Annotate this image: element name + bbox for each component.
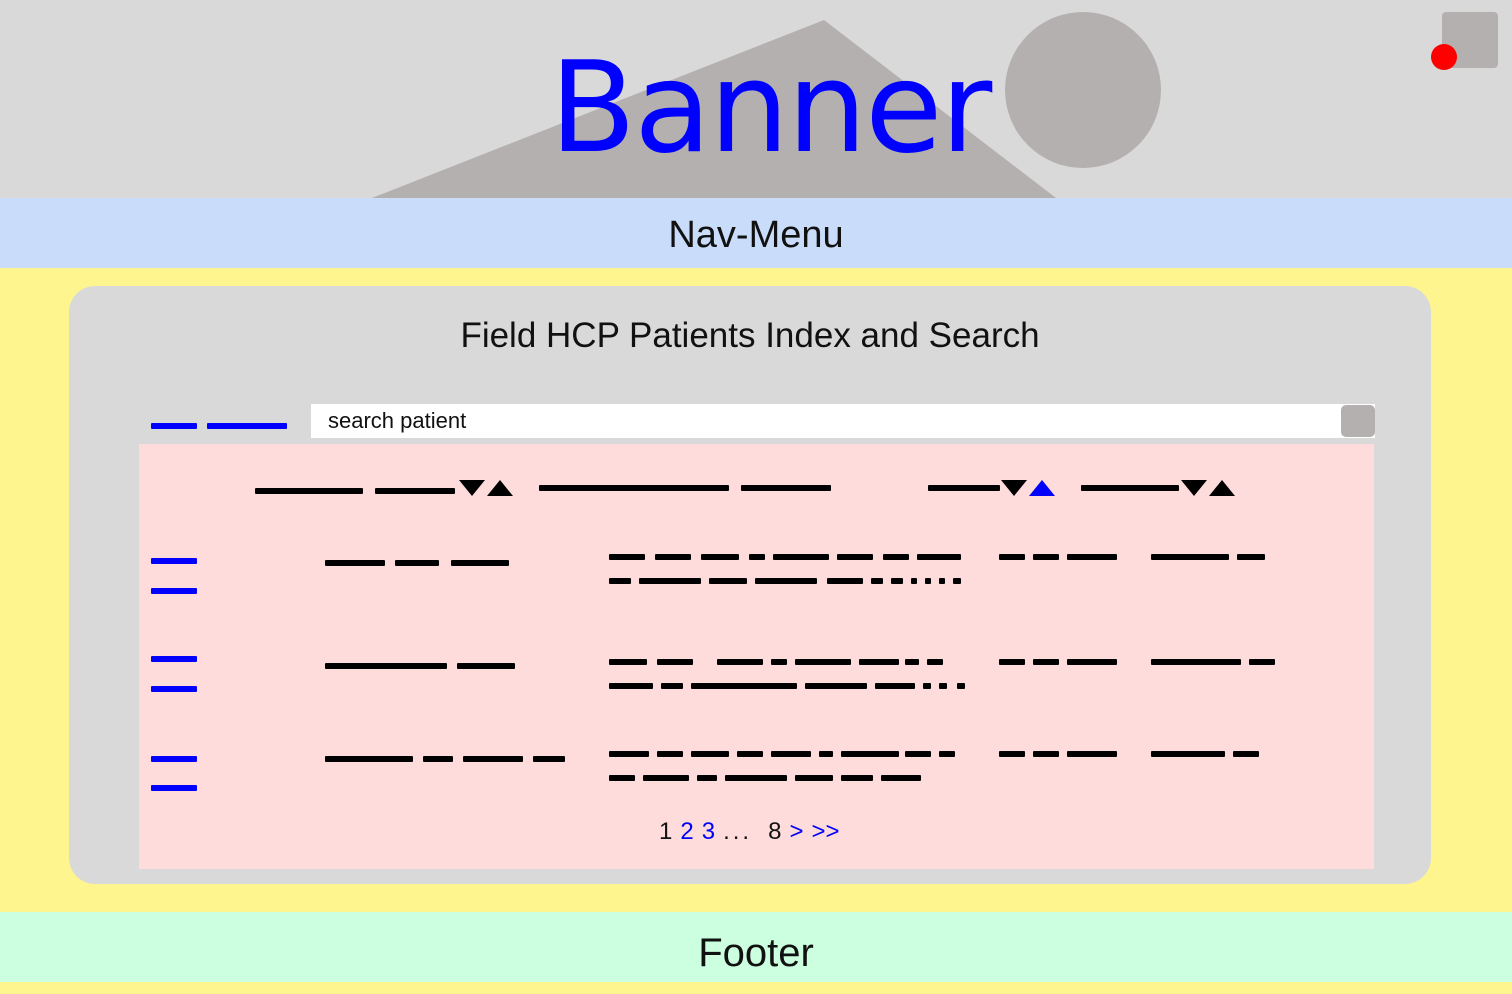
search-bar (311, 404, 1375, 438)
patients-panel: Field HCP Patients Index and Search sear… (69, 286, 1431, 884)
patients-table: 1 2 3... 8 > >> (139, 444, 1374, 869)
last-page-button[interactable]: >> (811, 818, 839, 845)
page-title: Field HCP Patients Index and Search (460, 316, 1040, 355)
sort-arrows-active-icon[interactable] (1001, 478, 1055, 498)
footer: Footer (0, 912, 1512, 982)
page-1[interactable]: 1 (659, 818, 672, 845)
sort-arrows-icon[interactable] (1181, 478, 1235, 498)
search-input[interactable] (311, 404, 1331, 438)
search-button-icon[interactable] (1341, 405, 1375, 437)
next-page-button[interactable]: > (789, 818, 803, 845)
page-2[interactable]: 2 (680, 818, 693, 845)
page-last-number[interactable]: 8 (768, 818, 781, 845)
notification-dot (1431, 44, 1457, 70)
banner: Banner (0, 0, 1512, 198)
pagination: 1 2 3... 8 > >> (659, 816, 848, 848)
nav-menu[interactable]: Nav-Menu (0, 198, 1512, 268)
page-3[interactable]: 3 (702, 818, 715, 845)
banner-title: Banner (549, 34, 993, 181)
pagination-ellipsis: ... (723, 818, 753, 845)
sort-arrows-icon[interactable] (459, 478, 513, 498)
